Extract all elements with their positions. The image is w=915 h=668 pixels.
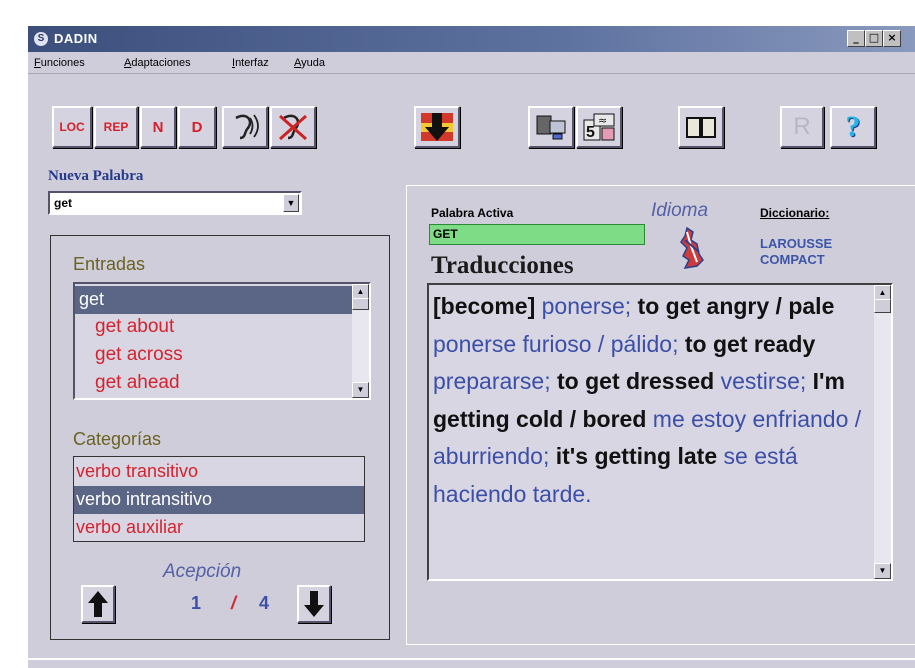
- menu-funciones[interactable]: Funciones: [34, 57, 85, 69]
- arrow-up-icon: [88, 591, 108, 617]
- categorias-title: Categorías: [73, 429, 162, 449]
- menu-bar: Funciones Adaptaciones Interfaz Ayuda: [28, 52, 915, 74]
- uk-flag-map-icon[interactable]: [677, 226, 705, 270]
- spanish-translation: prepararse;: [433, 368, 558, 394]
- synonyms-button[interactable]: 5 ≈: [576, 106, 622, 148]
- d-label: D: [191, 118, 203, 136]
- list-item[interactable]: get: [75, 286, 352, 314]
- acepcion-current: 1: [191, 593, 202, 613]
- ear-mute-icon: [279, 114, 307, 141]
- menu-adaptaciones[interactable]: Adaptaciones: [124, 57, 191, 69]
- acepcion-separator: /: [231, 593, 237, 613]
- arrow-down-flag-icon: [421, 113, 453, 141]
- dictionary-button[interactable]: [678, 106, 724, 148]
- close-button[interactable]: ×: [883, 30, 901, 47]
- english-phrase: it's getting late: [555, 443, 724, 469]
- categorias-list[interactable]: verbo transitivo verbo intransitivo verb…: [73, 456, 365, 542]
- list-item[interactable]: get across: [75, 342, 352, 370]
- r-label: R: [793, 113, 811, 140]
- traducciones-text: [become] ponerse; to get angry / pale po…: [433, 288, 873, 513]
- maximize-button[interactable]: □: [865, 30, 883, 47]
- scroll-down-icon[interactable]: ▼: [352, 382, 369, 398]
- nueva-palabra-combo[interactable]: get ▼: [48, 191, 302, 215]
- rep-label: REP: [103, 120, 129, 134]
- window-title: DADIN: [54, 31, 98, 46]
- download-button[interactable]: [414, 106, 460, 148]
- app-logo-icon: S: [34, 32, 48, 46]
- next-acepcion-button[interactable]: [297, 585, 331, 623]
- list-item[interactable]: verbo intransitivo: [74, 486, 364, 514]
- entries-panel: Entradas get get about get across get ah…: [50, 235, 390, 640]
- prev-acepcion-button[interactable]: [81, 585, 115, 623]
- synonyms-icon: 5 ≈: [583, 113, 615, 141]
- computer-icon: [536, 115, 566, 140]
- r-button[interactable]: R: [780, 106, 824, 148]
- english-phrase: [become]: [433, 293, 542, 319]
- n-label: N: [152, 118, 164, 136]
- d-button[interactable]: D: [178, 106, 216, 148]
- loc-label: LOC: [59, 120, 85, 134]
- computer-button[interactable]: [528, 106, 574, 148]
- ear-sound-icon: [235, 114, 259, 140]
- list-item[interactable]: get ahead: [75, 370, 352, 398]
- spanish-translation: ponerse;: [541, 293, 638, 319]
- list-item[interactable]: verbo auxiliar: [74, 514, 364, 542]
- diccionario-line1: LAROUSSE: [760, 236, 833, 251]
- list-item[interactable]: verbo transitivo: [74, 458, 364, 486]
- list-item[interactable]: get about: [75, 314, 352, 342]
- english-phrase: to get angry / pale: [637, 293, 835, 319]
- scroll-thumb[interactable]: [874, 299, 891, 313]
- english-phrase: to get ready: [684, 330, 816, 357]
- scroll-thumb[interactable]: [352, 298, 369, 310]
- spanish-translation: ponerse furioso / pálido;: [433, 330, 685, 357]
- audio-on-button[interactable]: [222, 106, 268, 148]
- loc-button[interactable]: LOC: [52, 106, 92, 148]
- palabra-activa-label: Palabra Activa: [431, 206, 514, 220]
- svg-text:≈: ≈: [598, 114, 607, 127]
- entradas-title: Entradas: [73, 254, 146, 274]
- diccionario-line2: COMPACT: [760, 252, 825, 267]
- acepcion-label: Acepción: [163, 561, 242, 582]
- acepcion-total: 4: [259, 593, 270, 613]
- title-bar: S DADIN _ □ ×: [28, 26, 915, 52]
- menu-ayuda[interactable]: Ayuda: [294, 57, 325, 69]
- idioma-label: Idioma: [651, 200, 709, 221]
- status-bar: [28, 658, 915, 668]
- traducciones-title: Traducciones: [431, 252, 574, 279]
- traducciones-box[interactable]: [become] ponerse; to get angry / pale po…: [427, 283, 893, 581]
- n-button[interactable]: N: [140, 106, 176, 148]
- chevron-down-icon[interactable]: ▼: [283, 194, 299, 212]
- scroll-down-icon[interactable]: ▼: [874, 563, 891, 579]
- minimize-button[interactable]: _: [847, 30, 865, 47]
- translation-panel: Palabra Activa GET Idioma Diccionario: L…: [406, 185, 915, 645]
- diccionario-label: Diccionario:: [760, 206, 830, 220]
- traducciones-scrollbar[interactable]: ▲ ▼: [874, 285, 891, 579]
- open-book-icon: [686, 117, 716, 138]
- svg-text:5: 5: [586, 124, 595, 141]
- entradas-list[interactable]: get get about get across get ahead ▲ ▼: [73, 282, 371, 400]
- nueva-palabra-label: Nueva Palabra: [48, 168, 144, 184]
- audio-off-button[interactable]: [270, 106, 316, 148]
- arrow-down-icon: [304, 591, 324, 617]
- main-window: S DADIN _ □ × Funciones Adaptaciones Int…: [26, 26, 915, 668]
- rep-button[interactable]: REP: [94, 106, 138, 148]
- help-button[interactable]: ?: [830, 106, 876, 148]
- palabra-activa-field: GET: [429, 224, 645, 245]
- spanish-translation: vestirse;: [720, 368, 813, 394]
- diccionario-value: LAROUSSE COMPACT: [760, 236, 832, 268]
- english-phrase: to get dressed: [557, 368, 721, 394]
- entradas-scrollbar[interactable]: ▲ ▼: [352, 284, 369, 398]
- help-label: ?: [845, 110, 861, 143]
- menu-interfaz[interactable]: Interfaz: [232, 57, 269, 69]
- nueva-palabra-value: get: [54, 196, 72, 210]
